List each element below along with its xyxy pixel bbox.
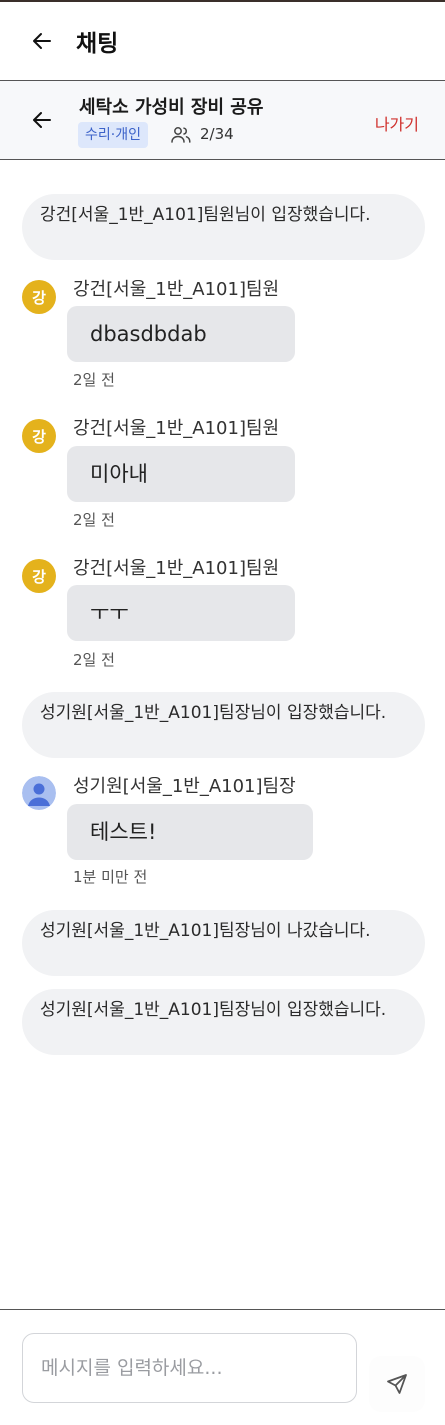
sender-name: 강건[서울_1반_A101]팀원 bbox=[73, 279, 280, 300]
user-avatar-icon bbox=[22, 776, 56, 810]
message-bubble: ㅜㅜ bbox=[67, 585, 295, 641]
message-bubble: 미아내 bbox=[67, 446, 295, 502]
message-composer bbox=[0, 1309, 445, 1425]
send-icon bbox=[387, 1374, 407, 1394]
message-bubble: 테스트! bbox=[67, 804, 313, 860]
page-title: 채팅 bbox=[76, 31, 119, 57]
message-time: 2일 전 bbox=[73, 651, 115, 669]
member-count: 2/34 bbox=[200, 125, 234, 143]
sender-name: 성기원[서울_1반_A101]팀장 bbox=[73, 776, 296, 797]
room-header: 세탁소 가성비 장비 공유 수리·개인 2/34 나가기 bbox=[0, 81, 445, 160]
arrow-left-icon bbox=[33, 112, 51, 128]
system-notice: 성기원[서울_1반_A101]팀장님이 입장했습니다. bbox=[22, 989, 425, 1055]
avatar: 강 bbox=[22, 280, 56, 314]
back-button[interactable] bbox=[27, 26, 57, 56]
room-title: 세탁소 가성비 장비 공유 bbox=[79, 97, 264, 118]
users-icon bbox=[171, 127, 191, 143]
system-notice: 성기원[서울_1반_A101]팀장님이 입장했습니다. bbox=[22, 692, 425, 758]
message-input[interactable] bbox=[22, 1333, 357, 1403]
sender-name: 강건[서울_1반_A101]팀원 bbox=[73, 418, 280, 439]
leave-button[interactable]: 나가기 bbox=[375, 111, 419, 135]
room-back-button[interactable] bbox=[27, 105, 57, 135]
system-notice: 성기원[서울_1반_A101]팀장님이 나갔습니다. bbox=[22, 910, 425, 976]
avatar: 강 bbox=[22, 559, 56, 593]
sender-name: 강건[서울_1반_A101]팀원 bbox=[73, 558, 280, 579]
send-button[interactable] bbox=[369, 1356, 425, 1412]
avatar: 강 bbox=[22, 419, 56, 453]
message-time: 1분 미만 전 bbox=[73, 868, 148, 886]
message-bubble: dbasdbdab bbox=[67, 306, 295, 362]
app-header: 채팅 bbox=[0, 0, 445, 81]
message-time: 2일 전 bbox=[73, 511, 115, 529]
message-time: 2일 전 bbox=[73, 371, 115, 389]
category-tag: 수리·개인 bbox=[78, 122, 148, 148]
system-notice: 강건[서울_1반_A101]팀원님이 입장했습니다. bbox=[22, 194, 425, 260]
arrow-left-icon bbox=[33, 33, 51, 49]
